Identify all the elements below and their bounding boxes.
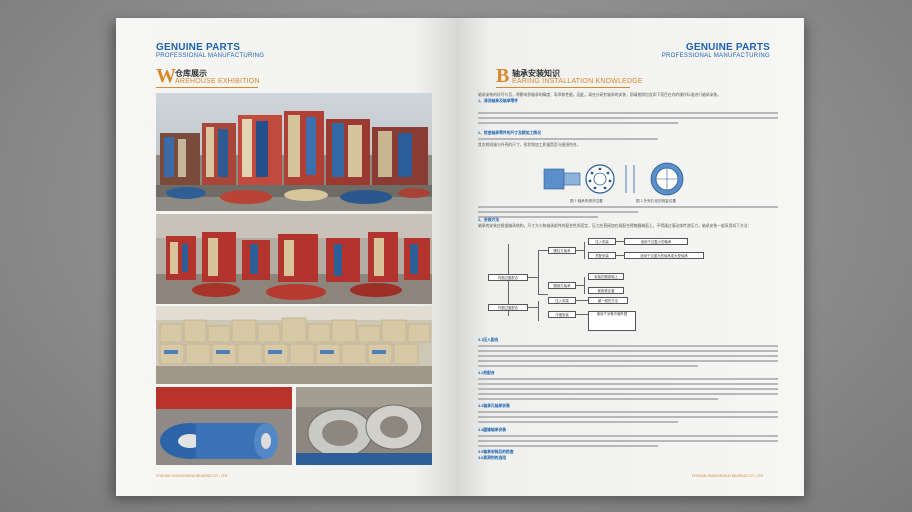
flow-outer-cold: 冷缩安装	[548, 311, 576, 318]
left-section-underline	[156, 87, 258, 88]
left-header-title: GENUINE PARTS	[156, 42, 241, 53]
heading-tapered-install: 3.4圆锥轴承安装	[478, 428, 507, 432]
flow-line-7	[576, 285, 584, 286]
right-footer: FOSHAN JINZHONGKAI BEARING CO., LTD.	[691, 474, 764, 478]
warehouse-photo-4	[156, 387, 292, 465]
intro-paragraph: 轴承安装的好坏与否，将影响到轴承的精度、寿命和性能。因此，请充分研究轴承的安装，…	[478, 93, 721, 97]
bearing-figure-2-svg	[650, 162, 684, 196]
flow-note-large: 适用于过盈大的轴承或大型轴承	[624, 252, 704, 259]
flow-tapered-shaft: 安装在圆锥轴上	[588, 273, 624, 280]
flow-line-13	[576, 300, 588, 301]
figure-housing-measure	[642, 161, 692, 202]
heading-heat-fit: 3.2热配合	[478, 371, 495, 375]
flow-press-install: 压入安装	[588, 238, 616, 245]
subsection-35-36-block: 3.5轴承安装后的检查 3.6润滑剂的选用	[478, 450, 778, 461]
warehouse-photo-3	[156, 306, 432, 384]
right-section-letter: B	[496, 65, 510, 87]
right-header-subtitle: PROFESSIONAL MANUFACTURING	[661, 53, 770, 59]
warehouse-photo-5-image	[296, 387, 432, 465]
left-header-subtitle: PROFESSIONAL MANUFACTURING	[156, 53, 265, 59]
flow-line-2	[538, 250, 539, 294]
heat-fit-lines	[478, 378, 778, 403]
flow-most-common: 最一般的方法	[588, 297, 628, 304]
heading-check-block: 2、检查轴承零件的尺寸及精加工情况	[478, 131, 778, 137]
flow-adapter-sleeve: 使用紧定套	[588, 287, 624, 294]
bore-install-lines	[478, 411, 778, 426]
warehouse-photo-1-image	[156, 93, 432, 211]
cleaning-text-lines	[478, 112, 778, 127]
flow-line-3	[538, 250, 548, 251]
flow-line-14	[576, 314, 588, 315]
flow-line-4	[538, 294, 548, 295]
right-section-underline	[496, 87, 630, 88]
subsection-34-heading-block: 3.4圆锥轴承安装	[478, 428, 778, 434]
warehouse-photo-3-image	[156, 306, 432, 384]
warehouse-photo-5	[296, 387, 432, 465]
left-page: GENUINE PARTS PROFESSIONAL MANUFACTURING…	[116, 18, 456, 496]
press-fit-lines	[478, 345, 778, 370]
heading-press-fit: 3.1压入配合	[478, 338, 499, 342]
flow-tapered-bearing: 圆锥孔轴承	[548, 282, 576, 289]
flow-heat-install: 热配安装	[588, 252, 616, 259]
flow-root-outer: 外圈过盈配合	[488, 304, 528, 311]
warehouse-photo-2	[156, 214, 432, 304]
flow-line-10	[616, 255, 624, 256]
flow-root-inner: 内圈过盈配合	[488, 274, 528, 281]
warehouse-photo-1	[156, 93, 432, 211]
subsection-33-heading-block: 3.3轴承孔轴承安装	[478, 404, 778, 410]
flow-line-8	[584, 277, 585, 294]
flow-line-12	[538, 301, 539, 321]
tapered-install-lines	[478, 435, 778, 450]
heading-install-method: 3、安装方法	[478, 218, 500, 222]
subsection-32-heading-block: 3.2热配合	[478, 371, 778, 377]
right-section-title-en: EARING INSTALLATION KNOWLEDGE	[512, 78, 643, 85]
heading-check-dimensions: 2、检查轴承零件的尺寸及精加工情况	[478, 131, 541, 135]
flow-cylindrical-bearing: 圆柱孔轴承	[548, 247, 576, 254]
left-footer: FOSHAN JINZHONGKAI BEARING CO., LTD.	[156, 474, 229, 478]
heading-lubricant: 3.6润滑剂的选用	[478, 455, 507, 460]
left-section-title-en: AREHOUSE EXHIBITION	[175, 78, 260, 85]
flow-line-1	[528, 277, 538, 278]
flow-outer-press: 压入安装	[548, 297, 576, 304]
install-method-block: 3、安装方法 轴承的安装应根据轴承结构，尺寸大小和轴承部件的配合性质而定，压力应…	[478, 218, 778, 229]
intro-text-block: 轴承安装的好坏与否，将影响到轴承的精度、寿命和性能。因此，请充分研究轴承的安装，…	[478, 93, 778, 104]
heading-cleaning: 1、清洗轴承及轴承零件	[478, 98, 519, 103]
flow-dry-ice: 使用干冰等冷缩外圈	[588, 311, 636, 331]
flow-line-9	[616, 241, 624, 242]
flow-line-11	[528, 307, 538, 308]
flow-line-5	[576, 250, 584, 251]
caption-figure-1: 图 1 轴承的清洗位置	[570, 199, 603, 203]
install-method-text: 轴承的安装应根据轴承结构，尺寸大小和轴承部件的配合性质而定，压力应直接加在紧配合…	[478, 223, 752, 228]
warehouse-photo-4-image	[156, 387, 292, 465]
caption-figure-2: 图 2 外壳孔径的测量位置	[636, 199, 676, 203]
right-page: GENUINE PARTS PROFESSIONAL MANUFACTURING…	[456, 18, 804, 496]
warehouse-photo-2-image	[156, 214, 432, 304]
left-section-letter: W	[156, 65, 176, 87]
heading-post-check: 3.5轴承安装后的检查	[478, 450, 514, 454]
right-header-title: GENUINE PARTS	[685, 42, 770, 53]
flow-note-small: 适用于过盈小的轴承	[624, 238, 688, 245]
subsection-31-heading-block: 3.1压入配合	[478, 338, 778, 344]
flow-line-6	[584, 242, 585, 259]
heading-bore-install: 3.3轴承孔轴承安装	[478, 404, 510, 408]
check-text-block: 其次较短轴与外壳的尺寸，形状和加工质量是否与图纸符合。	[478, 143, 778, 149]
check-dimensions-text: 其次较短轴与外壳的尺寸，形状和加工质量是否与图纸符合。	[478, 143, 581, 147]
